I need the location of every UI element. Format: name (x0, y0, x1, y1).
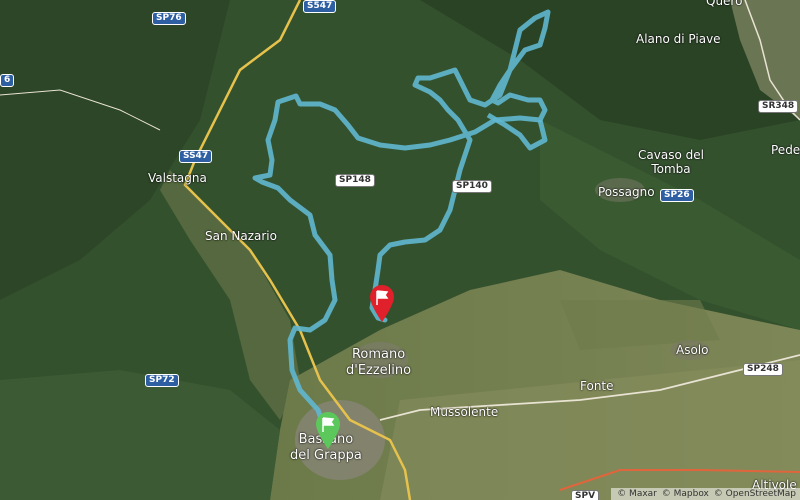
road-shield-s547: S547 (303, 0, 337, 13)
place-cavaso-line1: Cavaso del (638, 148, 704, 162)
place-alano-di-piave: Alano di Piave (636, 32, 721, 46)
road-shield-left-edge: 6 (0, 74, 15, 87)
place-possagno: Possagno (598, 185, 655, 199)
road-shield-spv: SPV (571, 490, 600, 500)
route-track[interactable] (0, 0, 800, 500)
place-san-nazario: San Nazario (205, 229, 277, 243)
place-quero: Quero (706, 0, 743, 8)
road-shield-sp248: SP248 (743, 363, 783, 376)
place-bassano-line2: del Grappa (290, 448, 362, 463)
place-romano-line1: Romano (351, 347, 406, 362)
place-pede: Pede (771, 143, 800, 157)
place-romano-d-ezzelino: Romano d'Ezzelino (346, 347, 411, 379)
road-shield-sp76: SP76 (152, 12, 186, 25)
road-shield-sp140: SP140 (452, 180, 492, 193)
map-view[interactable]: Alano di Piave Quero Valstagna San Nazar… (0, 0, 800, 500)
road-shield-sp26: SP26 (660, 189, 694, 202)
road-shield-sp148: SP148 (335, 174, 375, 187)
map-attribution: © Maxar © Mapbox © OpenStreetMap (611, 488, 800, 500)
place-cavaso-del-tomba: Cavaso del Tomba (638, 148, 704, 176)
start-flag-marker[interactable] (314, 410, 342, 450)
place-valstagna: Valstagna (148, 171, 207, 185)
attribution-mapbox[interactable]: © Mapbox (662, 489, 709, 499)
place-romano-line2: d'Ezzelino (346, 363, 412, 378)
place-mussolente: Mussolente (430, 405, 499, 419)
attribution-osm[interactable]: © OpenStreetMap (714, 489, 796, 499)
place-asolo: Asolo (676, 343, 709, 357)
road-shield-sr348: SR348 (758, 100, 799, 113)
road-shield-sp72: SP72 (145, 374, 179, 387)
place-fonte: Fonte (580, 379, 614, 393)
finish-flag-marker[interactable] (368, 283, 396, 323)
place-cavaso-line2: Tomba (651, 162, 691, 176)
road-shield-ss47: SS47 (179, 150, 213, 163)
attribution-maxar[interactable]: © Maxar (617, 489, 657, 499)
